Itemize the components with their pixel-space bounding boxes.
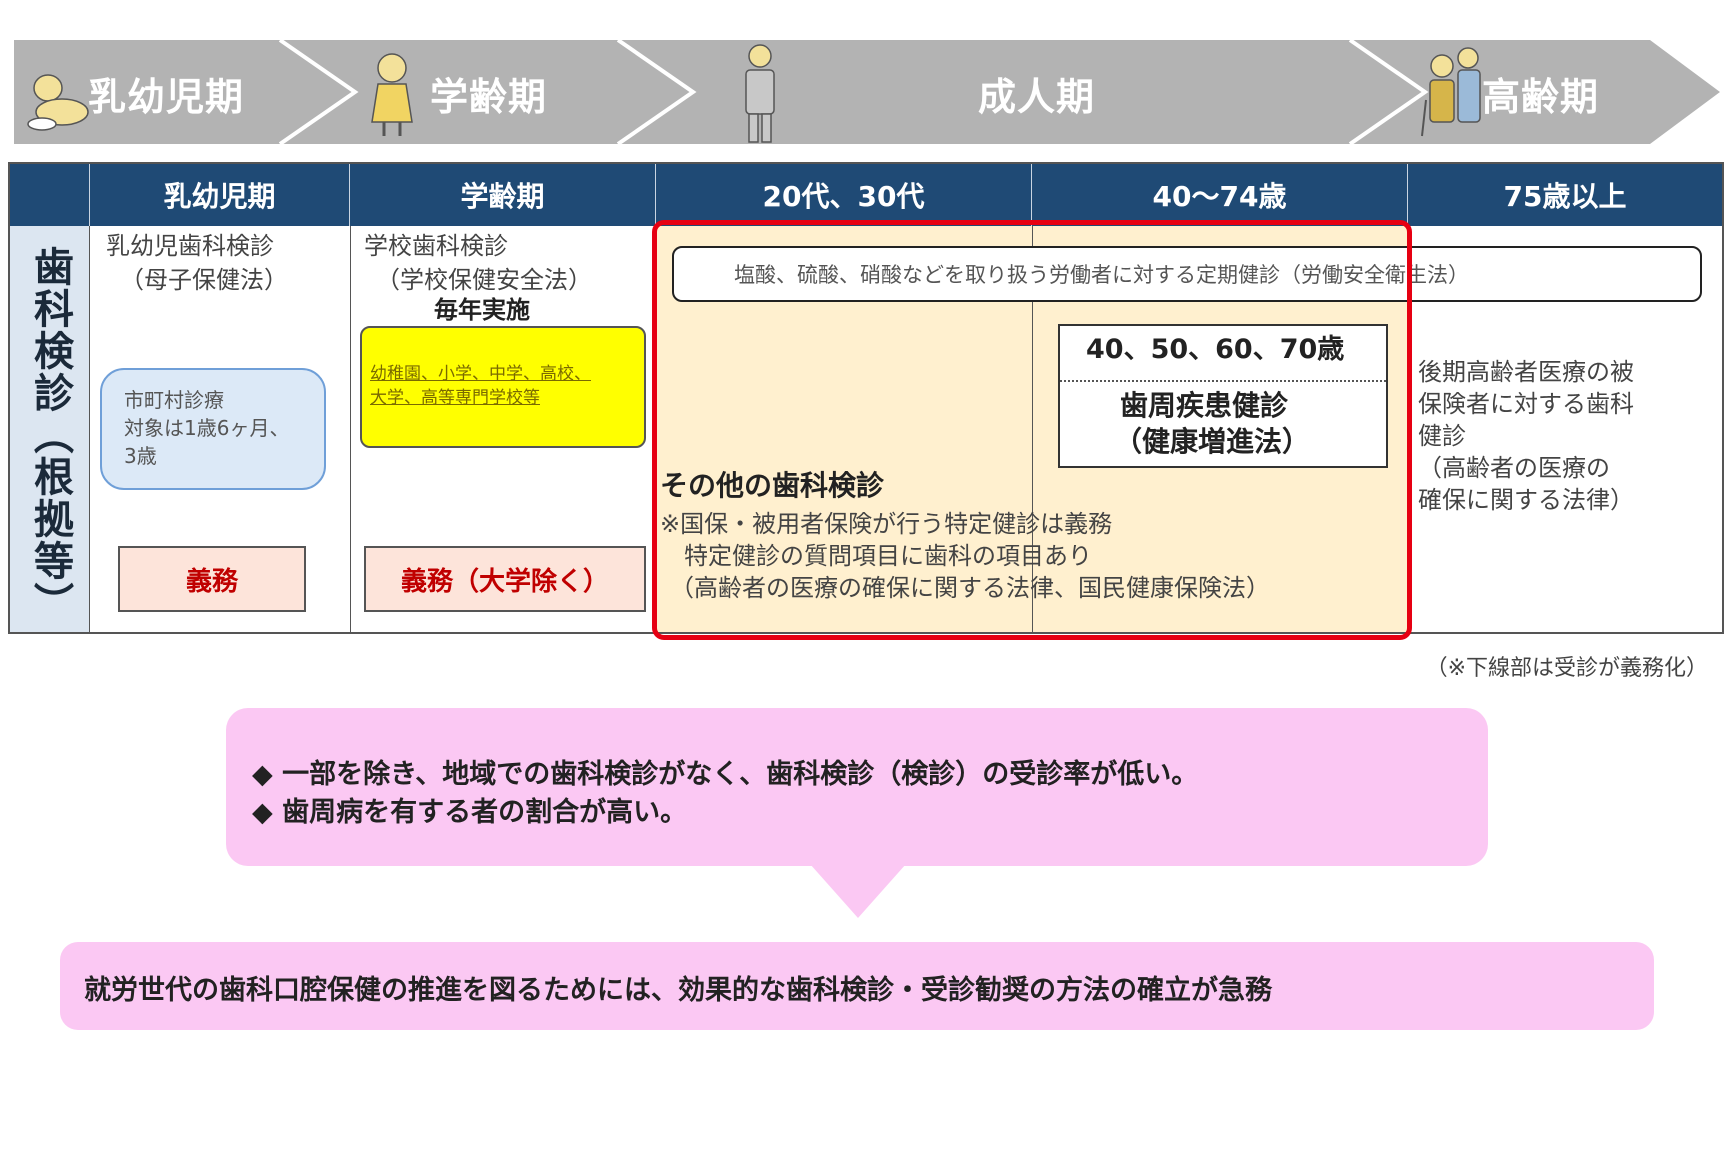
school-exam-law: （学校保健安全法） bbox=[376, 266, 592, 294]
stage-label-school: 学齢期 bbox=[430, 75, 548, 119]
infant-exam-name: 乳幼児歯科検診 bbox=[106, 232, 274, 260]
header-75-plus: 75歳以上 bbox=[1408, 164, 1722, 226]
elderly-line-5: 確保に関する法律） bbox=[1418, 486, 1634, 514]
elderly-line-4: （高齢者の医療の bbox=[1418, 454, 1610, 482]
footnote: （※下線部は受診が義務化） bbox=[1425, 656, 1708, 681]
dental-checkup-table: 乳幼児期 学齢期 20代、30代 40〜74歳 75歳以上 歯科検診（根拠等） … bbox=[8, 162, 1724, 640]
stage-label-infant: 乳幼児期 bbox=[88, 75, 245, 119]
infant-duty-badge: 義務 bbox=[118, 546, 306, 612]
row-label: 歯科検診（根拠等） bbox=[27, 246, 73, 624]
row-label-cell: 歯科検診（根拠等） bbox=[10, 226, 90, 632]
conclusion-text: 就労世代の歯科口腔保健の推進を図るためには、効果的な歯科検診・受診勧奨の方法の確… bbox=[84, 975, 1272, 1006]
life-stage-arrows bbox=[14, 38, 1720, 146]
elderly-line-2: 保険者に対する歯科 bbox=[1418, 390, 1634, 418]
municipal-line-3: 3歳 bbox=[124, 444, 157, 468]
header-infant: 乳幼児期 bbox=[90, 164, 350, 226]
working-generation-highlight bbox=[652, 220, 1412, 640]
header-40-74: 40〜74歳 bbox=[1032, 164, 1408, 226]
issue-item-2: ◆ 歯周病を有する者の割合が高い。 bbox=[252, 797, 688, 828]
school-duty-badge: 義務（大学除く） bbox=[364, 546, 646, 612]
municipal-exam-box: 市町村診療 対象は1歳6ヶ月、 3歳 bbox=[100, 368, 326, 490]
school-types-line-1: 幼稚園、小学、中学、高校、 bbox=[370, 364, 591, 384]
annual-exam-note: 毎年実施 bbox=[434, 296, 530, 324]
header-school: 学齢期 bbox=[350, 164, 656, 226]
issue-item-1: ◆ 一部を除き、地域での歯科検診がなく、歯科検診（検診）の受診率が低い。 bbox=[252, 759, 1199, 790]
elderly-line-3: 健診 bbox=[1418, 422, 1466, 450]
header-corner bbox=[10, 164, 90, 226]
stage-label-elderly: 高齢期 bbox=[1482, 75, 1600, 119]
municipal-line-2: 対象は1歳6ヶ月、 bbox=[124, 416, 290, 440]
school-types-box: 幼稚園、小学、中学、高校、 大学、高等専門学校等 bbox=[360, 326, 646, 448]
school-exam-name: 学校歯科検診 bbox=[364, 232, 508, 260]
municipal-line-1: 市町村診療 bbox=[124, 388, 224, 412]
header-20s-30s: 20代、30代 bbox=[656, 164, 1032, 226]
bubble-pointer bbox=[810, 864, 906, 918]
school-types-line-2: 大学、高等専門学校等 bbox=[370, 388, 540, 408]
infant-exam-law: （母子保健法） bbox=[120, 266, 288, 294]
elderly-line-1: 後期高齢者医療の被 bbox=[1418, 358, 1634, 386]
stage-label-adult: 成人期 bbox=[978, 75, 1096, 119]
